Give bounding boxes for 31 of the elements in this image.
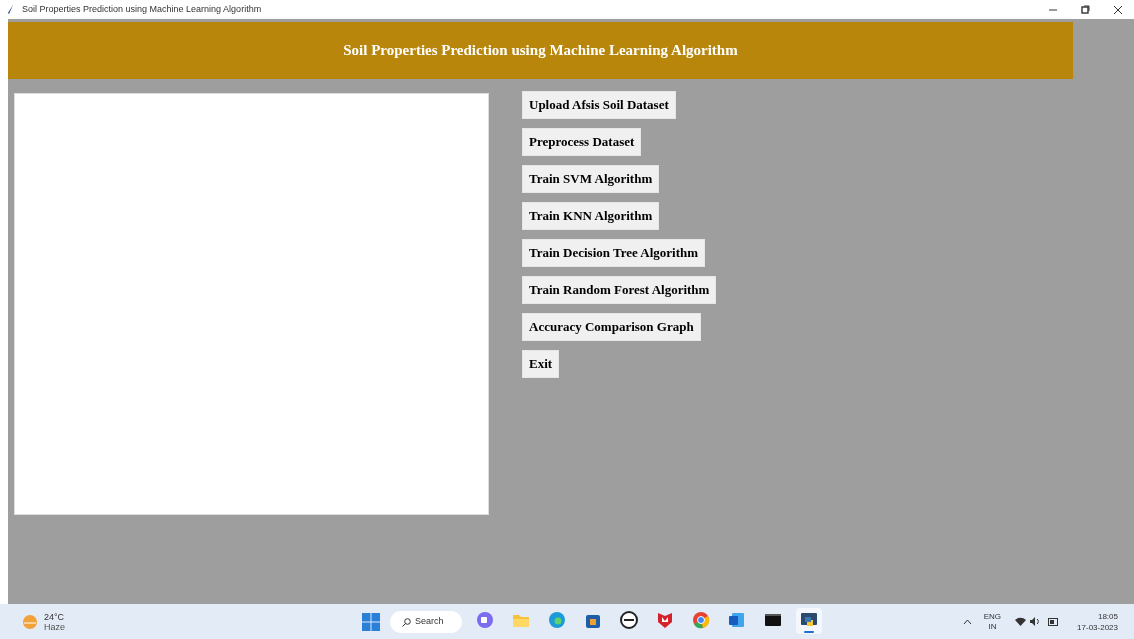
browser-icon: [547, 609, 567, 630]
action-button[interactable]: Train KNN Algorithm: [522, 202, 660, 230]
language-code[interactable]: ENG: [983, 611, 1002, 622]
action-button[interactable]: Upload Afsis Soil Dataset: [522, 91, 676, 119]
close-icon[interactable]: [1114, 5, 1122, 14]
weather-sun-icon: [22, 613, 38, 630]
weather-condition: Haze: [44, 621, 65, 632]
restore-icon[interactable]: [1081, 5, 1090, 14]
chevron-up-icon[interactable]: [962, 618, 972, 625]
window-title: Soil Properties Prediction using Machine Learning Algorithm: [22, 2, 262, 16]
header-title: Soil Properties Prediction using Machine Learning Algorithm: [343, 41, 738, 61]
feather-icon: [8, 5, 14, 14]
action-button[interactable]: Train Decision Tree Algorithm: [522, 239, 706, 267]
action-button[interactable]: Train Random Forest Algorithm: [522, 276, 717, 304]
language-region[interactable]: IN: [988, 621, 997, 632]
action-button[interactable]: Exit: [522, 350, 560, 378]
action-button[interactable]: Train SVM Algorithm: [522, 165, 660, 193]
action-button[interactable]: Accuracy Comparison Graph: [522, 313, 701, 341]
battery-icon[interactable]: [1048, 617, 1060, 626]
circle-icon: [619, 609, 639, 630]
taskbar-app[interactable]: [796, 608, 822, 634]
clock-date[interactable]: 17-03-2023: [1077, 621, 1118, 633]
search-icon: [402, 617, 411, 627]
wifi-icon[interactable]: [1015, 617, 1027, 626]
action-button[interactable]: Preprocess Dataset: [522, 128, 642, 156]
speaker-icon[interactable]: [1030, 617, 1041, 626]
taskbar-search[interactable]: Search: [390, 611, 462, 633]
chrome-icon: [691, 609, 711, 630]
weather-temperature: 24°C: [44, 611, 65, 622]
start-windows-icon[interactable]: [362, 613, 380, 631]
clock-time[interactable]: 18:05: [1097, 610, 1118, 622]
